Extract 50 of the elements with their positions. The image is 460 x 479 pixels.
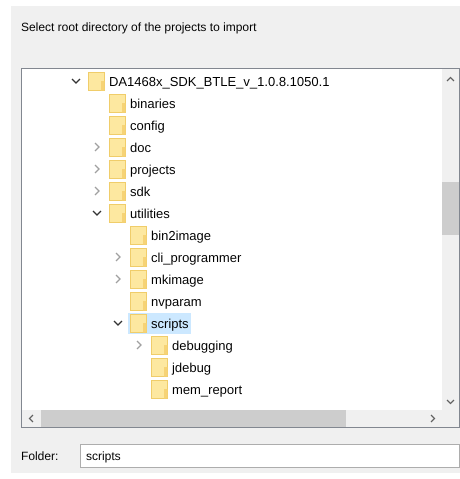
scroll-up-icon[interactable] xyxy=(446,75,455,84)
tree-item[interactable]: config xyxy=(107,114,167,136)
folder-icon xyxy=(109,182,126,200)
expand-chevron-icon[interactable] xyxy=(113,252,123,262)
tree-item[interactable]: binaries xyxy=(107,92,178,114)
expand-chevron-icon[interactable] xyxy=(113,274,123,284)
folder-icon xyxy=(88,72,105,90)
horizontal-scrollbar[interactable] xyxy=(22,410,442,427)
tree-item[interactable]: utilities xyxy=(107,202,172,224)
folder-icon xyxy=(109,116,126,134)
folder-icon xyxy=(109,160,126,178)
tree-item[interactable]: doc xyxy=(107,136,153,158)
tree-item[interactable]: cli_programmer xyxy=(128,246,244,268)
folder-field[interactable]: scripts xyxy=(80,444,460,468)
scroll-left-icon[interactable] xyxy=(27,414,36,423)
folder-icon xyxy=(130,292,147,310)
folder-icon xyxy=(130,226,147,244)
scroll-right-icon[interactable] xyxy=(428,414,437,423)
folder-icon xyxy=(109,138,126,156)
folder-label: Folder: xyxy=(21,448,60,465)
tree-item[interactable]: scripts xyxy=(128,312,191,334)
scroll-thumb[interactable] xyxy=(41,410,346,427)
collapse-chevron-icon[interactable] xyxy=(113,318,123,328)
folder-icon xyxy=(151,336,168,354)
prompt-text: Select root directory of the projects to import xyxy=(21,19,256,35)
tree-item[interactable]: DA1468x_SDK_BTLE_v_1.0.8.1050.1 xyxy=(86,70,332,92)
scroll-down-icon[interactable] xyxy=(446,397,455,406)
vertical-scrollbar[interactable] xyxy=(442,69,459,410)
expand-chevron-icon[interactable] xyxy=(92,164,102,174)
tree-item[interactable]: debugging xyxy=(149,334,235,356)
folder-icon xyxy=(130,314,147,332)
expand-chevron-icon[interactable] xyxy=(92,186,102,196)
folder-icon xyxy=(151,358,168,376)
tree-item[interactable]: projects xyxy=(107,158,178,180)
tree-item[interactable]: bin2image xyxy=(128,224,213,246)
expand-chevron-icon[interactable] xyxy=(134,340,144,350)
collapse-chevron-icon[interactable] xyxy=(71,76,81,86)
scroll-thumb[interactable] xyxy=(442,182,459,235)
folder-icon xyxy=(130,248,147,266)
tree-item[interactable]: jdebug xyxy=(149,356,214,378)
folder-icon xyxy=(109,94,126,112)
folder-icon xyxy=(151,380,168,398)
tree-item[interactable]: nvparam xyxy=(128,290,204,312)
collapse-chevron-icon[interactable] xyxy=(92,208,102,218)
folder-icon xyxy=(109,204,126,222)
tree-item[interactable]: mem_report xyxy=(149,378,244,400)
folder-icon xyxy=(130,270,147,288)
tree-item[interactable]: sdk xyxy=(107,180,152,202)
tree-item[interactable]: mkimage xyxy=(128,268,206,290)
expand-chevron-icon[interactable] xyxy=(92,142,102,152)
